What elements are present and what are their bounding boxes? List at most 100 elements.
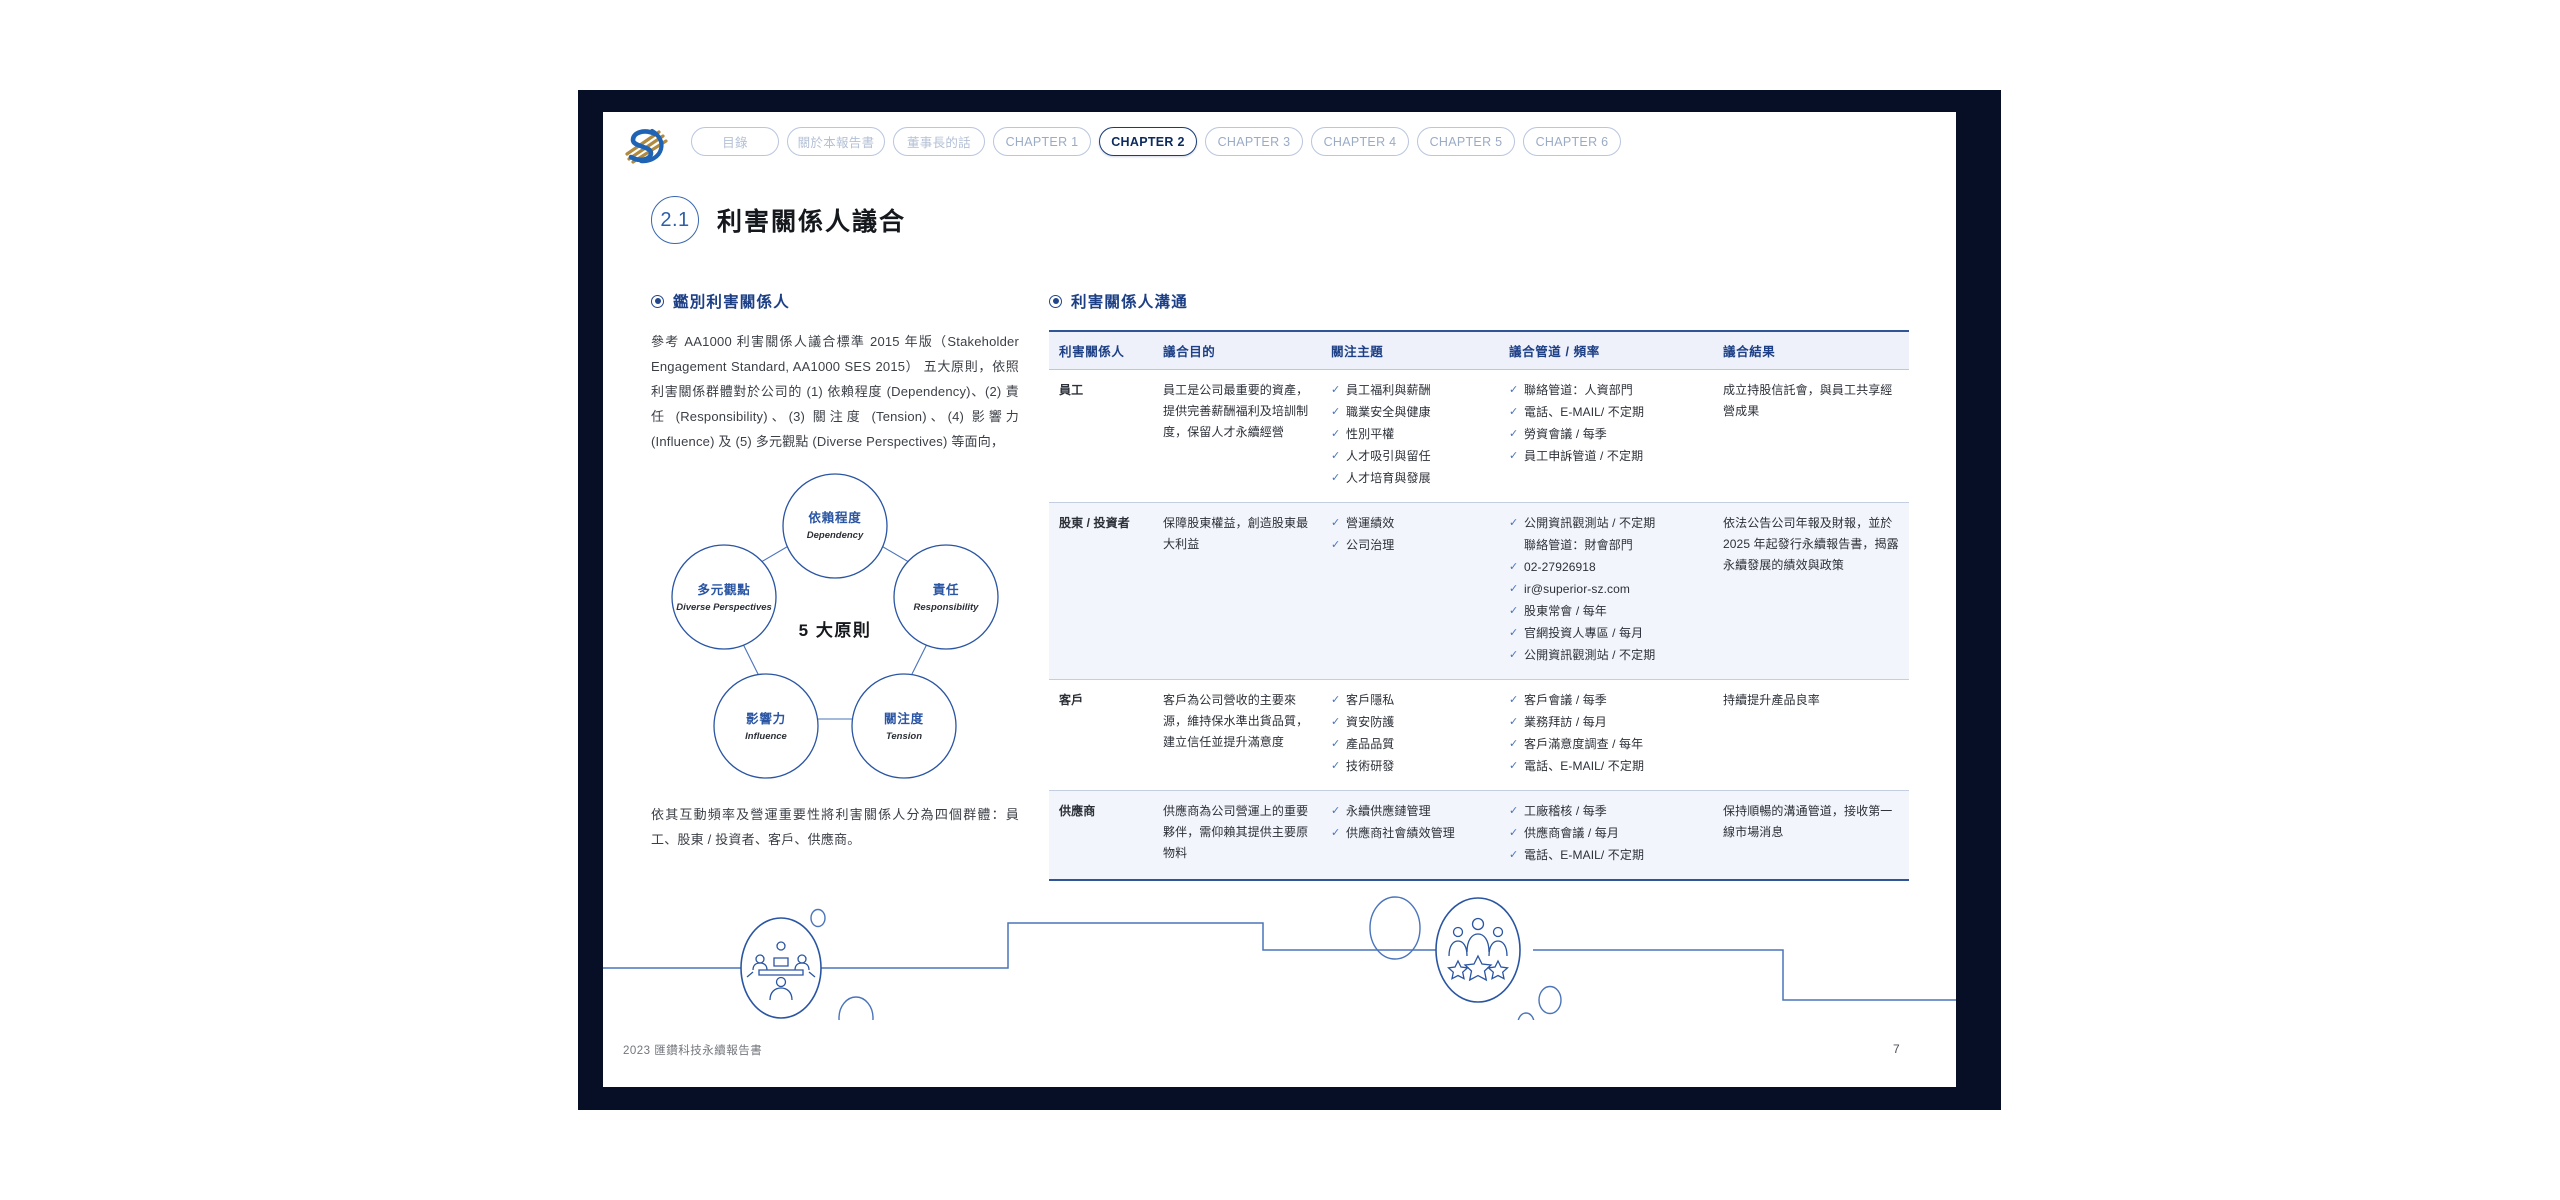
table-row: 員工員工是公司最重要的資產，提供完善薪酬福利及培訓制度，保留人才永續經營員工福利…: [1049, 369, 1909, 503]
stakeholder-engagement-table-wrapper: 利害關係人 議合目的 關注主題 議合管道 / 頻率 議合結果 員工 員工是公司最重…: [1049, 330, 1909, 881]
table-cell-purpose: 保障股東權益，創造股東最大利益: [1153, 502, 1321, 680]
diagram-node-en-3: Influence: [745, 731, 787, 742]
chapter-navigation[interactable]: 目錄 關於本報告書 董事長的話 CHAPTER 1 CHAPTER 2 CHAPTER 3…: [691, 127, 1621, 156]
report-page: 目錄 關於本報告書 董事長的話 CHAPTER 1 CHAPTER 2 CHAPTER 3…: [603, 112, 1956, 1087]
stakeholder-communication-heading-label: 利害關係人溝通: [1071, 294, 1188, 311]
channel-item: 公開資訊觀測站 / 不定期: [1509, 645, 1703, 666]
channel-item: 聯絡管道：人資部門: [1509, 380, 1703, 401]
topic-item: 性別平權: [1331, 424, 1489, 445]
identify-stakeholders-heading: 鑑別利害關係人: [651, 290, 1019, 312]
topic-item: 供應商社會績效管理: [1331, 823, 1489, 844]
channel-subitem: 聯絡管道：財會部門: [1524, 538, 1633, 552]
nav-pill-2[interactable]: 董事長的話: [893, 127, 985, 156]
diagram-node-cn-0: 依賴程度: [808, 510, 861, 525]
diagram-node-en-0: Dependency: [807, 530, 864, 541]
topic-item: 營運績效: [1331, 513, 1489, 534]
table-cell-results: 持續提升產品良率: [1713, 679, 1909, 791]
nav-pill-0[interactable]: 目錄: [691, 127, 779, 156]
channel-item: 電話、E-MAIL/ 不定期: [1509, 402, 1703, 423]
topic-item: 永續供應鏈管理: [1331, 801, 1489, 822]
topic-item: 技術研發: [1331, 756, 1489, 777]
table-header-results: 議合結果: [1713, 330, 1909, 370]
page-title: 利害關係人議合: [717, 208, 907, 236]
diagram-node-cn-2: 關注度: [884, 711, 924, 726]
channel-item: 勞資會議 / 每季: [1509, 424, 1703, 445]
table-cell-purpose: 員工是公司最重要的資產，提供完善薪酬福利及培訓制度，保留人才永續經營: [1153, 369, 1321, 503]
table-header-row: 利害關係人 議合目的 關注主題 議合管道 / 頻率 議合結果: [1049, 330, 1909, 370]
channel-item: 股東常會 / 每年: [1509, 601, 1703, 622]
nav-pill-4[interactable]: CHAPTER 2: [1099, 127, 1197, 156]
channel-item: 02-27926918: [1509, 557, 1703, 578]
channel-item: ir@superior-sz.com: [1509, 579, 1703, 600]
channel-item: 工廠稽核 / 每季: [1509, 801, 1703, 822]
section-number-badge: 2.1: [651, 196, 699, 244]
channel-item: 客戶滿意度調查 / 每年: [1509, 734, 1703, 755]
table-cell-stakeholder: 客戶: [1049, 679, 1153, 791]
table-cell-results: 依法公告公司年報及財報，並於 2025 年起發行永續報告書，揭露永續發展的績效與…: [1713, 502, 1909, 680]
diagram-node-cn-3: 影響力: [746, 711, 786, 726]
table-cell-stakeholder: 股東 / 投資者: [1049, 502, 1153, 680]
channel-item: 公開資訊觀測站 / 不定期: [1509, 513, 1703, 534]
table-header-channels: 議合管道 / 頻率: [1499, 330, 1713, 370]
topic-item: 資安防護: [1331, 712, 1489, 733]
table-cell-topics: 營運績效公司治理: [1321, 502, 1499, 680]
table-body: 員工員工是公司最重要的資產，提供完善薪酬福利及培訓制度，保留人才永續經營員工福利…: [1049, 369, 1909, 881]
diagram-node-en-1: Responsibility: [914, 602, 980, 613]
identify-stakeholders-paragraph: 參考 AA1000 利害關係人議合標準 2015 年版（Stakeholder …: [651, 334, 1019, 449]
channel-item: 客戶會議 / 每季: [1509, 690, 1703, 711]
table-cell-stakeholder: 員工: [1049, 369, 1153, 503]
identify-stakeholders-heading-label: 鑑別利害關係人: [673, 294, 790, 311]
nav-pill-6[interactable]: CHAPTER 4: [1311, 127, 1409, 156]
channel-item: 電話、E-MAIL/ 不定期: [1509, 756, 1703, 777]
stakeholder-engagement-table: 利害關係人 議合目的 關注主題 議合管道 / 頻率 議合結果 員工 員工是公司最重…: [1049, 330, 1909, 881]
right-column: 利害關係人溝通 利害關係人 議合目的 關注主題 議合管道 / 頻率 議合結果 員…: [1049, 290, 1909, 881]
table-cell-channels: 聯絡管道：人資部門電話、E-MAIL/ 不定期勞資會議 / 每季員工申訴管道 /…: [1499, 369, 1713, 503]
nav-pill-8[interactable]: CHAPTER 6: [1523, 127, 1621, 156]
table-row: 客戶客戶為公司營收的主要來源，維持保水準出貨品質，建立信任並提升滿意度客戶隱私資…: [1049, 679, 1909, 791]
superior-logo: [619, 122, 675, 168]
diagram-node-cn-4: 多元觀點: [697, 582, 750, 597]
topic-item: 人才培育與發展: [1331, 468, 1489, 489]
people-star-icon: [1435, 897, 1521, 1003]
channel-item: 員工申訴管道 / 不定期: [1509, 446, 1703, 467]
meeting-table-icon: [740, 917, 822, 1019]
table-cell-channels: 客戶會議 / 每季業務拜訪 / 每月客戶滿意度調查 / 每年電話、E-MAIL/…: [1499, 679, 1713, 791]
left-column: 鑑別利害關係人 參考 AA1000 利害關係人議合標準 2015 年版（Stak…: [651, 290, 1019, 852]
topic-item: 產品品質: [1331, 734, 1489, 755]
table-cell-topics: 員工福利與薪酬職業安全與健康性別平權人才吸引與留任人才培育與發展: [1321, 369, 1499, 503]
diagram-center-label: 5 大原則: [799, 620, 872, 640]
channel-item: 供應商會議 / 每月: [1509, 823, 1703, 844]
footer-decoration-graphic: [603, 860, 1956, 1040]
table-row: 股東 / 投資者保障股東權益，創造股東最大利益營運績效公司治理公開資訊觀測站 /…: [1049, 502, 1909, 680]
nav-pill-5[interactable]: CHAPTER 3: [1205, 127, 1303, 156]
channel-item: 官網投資人專區 / 每月: [1509, 623, 1703, 644]
table-header-topics: 關注主題: [1321, 330, 1499, 370]
nav-pill-7[interactable]: CHAPTER 5: [1417, 127, 1515, 156]
diagram-node-cn-1: 責任: [933, 582, 960, 597]
stakeholder-groups-paragraph: 依其互動頻率及營運重要性將利害關係人分為四個群體：員工、股東 / 投資者、客戶、…: [651, 807, 1019, 847]
table-cell-topics: 客戶隱私資安防護產品品質技術研發: [1321, 679, 1499, 791]
nav-pill-3[interactable]: CHAPTER 1: [993, 127, 1091, 156]
table-cell-channels: 公開資訊觀測站 / 不定期聯絡管道：財會部門02-27926918ir@supe…: [1499, 502, 1713, 680]
stakeholder-communication-heading: 利害關係人溝通: [1049, 290, 1909, 312]
topic-item: 職業安全與健康: [1331, 402, 1489, 423]
five-principles-diagram: 依賴程度 Dependency 責任 Responsibility 關注度 Te…: [651, 464, 1019, 794]
page-frame-border-edge: [1998, 90, 2001, 1110]
bullet-ring-icon: [1049, 294, 1062, 308]
table-header-stakeholder: 利害關係人: [1049, 330, 1153, 370]
channel-item: 業務拜訪 / 每月: [1509, 712, 1703, 733]
footer-report-title: 2023 匯鑽科技永續報告書: [623, 1045, 763, 1057]
page-header: 目錄 關於本報告書 董事長的話 CHAPTER 1 CHAPTER 2 CHAPTER 3…: [603, 112, 1956, 178]
nav-pill-1[interactable]: 關於本報告書: [787, 127, 885, 156]
table-cell-results: 成立持股信託會，與員工共享經營成果: [1713, 369, 1909, 503]
topic-item: 人才吸引與留任: [1331, 446, 1489, 467]
diagram-node-en-2: Tension: [886, 731, 922, 742]
bullet-ring-icon: [651, 294, 664, 308]
section-title-block: 2.1 利害關係人議合: [651, 196, 906, 244]
topic-item: 員工福利與薪酬: [1331, 380, 1489, 401]
topic-item: 客戶隱私: [1331, 690, 1489, 711]
table-cell-purpose: 客戶為公司營收的主要來源，維持保水準出貨品質，建立信任並提升滿意度: [1153, 679, 1321, 791]
page-number: 7: [1893, 1042, 1900, 1056]
topic-item: 公司治理: [1331, 535, 1489, 556]
table-header-purpose: 議合目的: [1153, 330, 1321, 370]
